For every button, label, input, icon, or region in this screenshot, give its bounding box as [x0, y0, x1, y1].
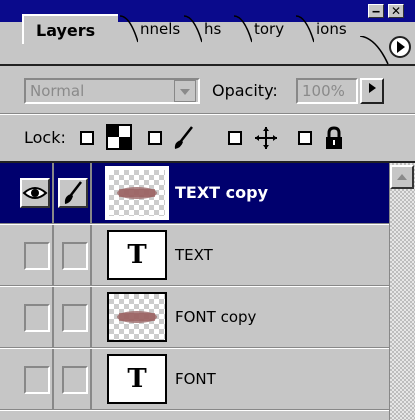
- visibility-toggle[interactable]: [18, 287, 54, 347]
- tab-edge-icon: [184, 15, 202, 43]
- opacity-input[interactable]: 100%: [296, 78, 358, 104]
- layer-row[interactable]: TEXT copy: [0, 163, 389, 224]
- brush-icon: [174, 126, 193, 149]
- triangle-right-icon: [369, 83, 376, 93]
- layer-thumbnail: [105, 166, 169, 220]
- lock-position-checkbox[interactable]: [228, 131, 242, 145]
- link-brush-toggle[interactable]: [56, 287, 92, 347]
- layer-name[interactable]: TEXT copy: [175, 163, 268, 223]
- tab-actions-label: ions: [316, 20, 347, 38]
- layer-name[interactable]: FONT copy: [175, 287, 256, 347]
- chevron-down-icon[interactable]: [174, 80, 196, 102]
- layer-thumbnail: [107, 292, 167, 342]
- text-layer-icon: T: [127, 240, 147, 270]
- tab-channels[interactable]: nnels: [118, 14, 182, 44]
- lock-label: Lock:: [24, 128, 66, 147]
- tab-edge-icon: [360, 36, 389, 65]
- brush-icon: [64, 181, 82, 204]
- scroll-up-button[interactable]: [390, 165, 414, 189]
- panel-menu-button[interactable]: [389, 36, 411, 58]
- lock-transparency-checkbox[interactable]: [80, 131, 94, 145]
- layer-row[interactable]: T FONT: [0, 349, 389, 410]
- tab-layers[interactable]: Layers: [22, 14, 118, 44]
- layer-row[interactable]: T TEXT: [0, 225, 389, 286]
- transparency-icon: [106, 124, 132, 150]
- layer-name[interactable]: TEXT: [175, 225, 213, 285]
- move-icon: [255, 127, 277, 149]
- lock-icon: [326, 126, 342, 149]
- tab-channels-label: nnels: [140, 20, 181, 38]
- tab-paths-label: hs: [204, 20, 222, 38]
- close-button[interactable]: ✕: [388, 4, 404, 18]
- minimize-button[interactable]: ‒: [368, 4, 384, 18]
- tab-history-label: tory: [254, 20, 285, 38]
- layers-list: TEXT copy T TEXT FONT copy T FONT: [0, 163, 389, 420]
- tab-history[interactable]: tory: [232, 14, 294, 44]
- triangle-right-icon: [397, 41, 405, 53]
- link-brush-toggle[interactable]: [56, 349, 92, 409]
- visibility-toggle[interactable]: [18, 349, 54, 409]
- layer-name[interactable]: FONT: [175, 349, 216, 409]
- link-brush-toggle[interactable]: [56, 163, 92, 223]
- layer-row[interactable]: FONT copy: [0, 287, 389, 348]
- tab-edge-icon: [234, 15, 252, 43]
- layer-thumbnail: T: [107, 230, 167, 280]
- lock-image-checkbox[interactable]: [148, 131, 162, 145]
- layers-scrollbar[interactable]: [389, 163, 415, 420]
- link-brush-toggle[interactable]: [56, 225, 92, 285]
- tab-actions[interactable]: ions: [294, 14, 360, 44]
- visibility-toggle[interactable]: [18, 225, 54, 285]
- visibility-toggle[interactable]: [18, 163, 54, 223]
- opacity-slider-button[interactable]: [360, 78, 384, 104]
- text-layer-icon: T: [127, 364, 147, 394]
- tab-paths[interactable]: hs: [182, 14, 232, 44]
- tab-edge-icon: [120, 15, 138, 43]
- tab-layers-label: Layers: [36, 21, 96, 40]
- layer-thumbnail: T: [107, 354, 167, 404]
- opacity-label: Opacity:: [212, 81, 278, 100]
- tab-edge-icon: [296, 15, 314, 43]
- eye-icon: [22, 187, 48, 199]
- triangle-up-icon: [397, 174, 407, 180]
- lock-all-checkbox[interactable]: [298, 131, 312, 145]
